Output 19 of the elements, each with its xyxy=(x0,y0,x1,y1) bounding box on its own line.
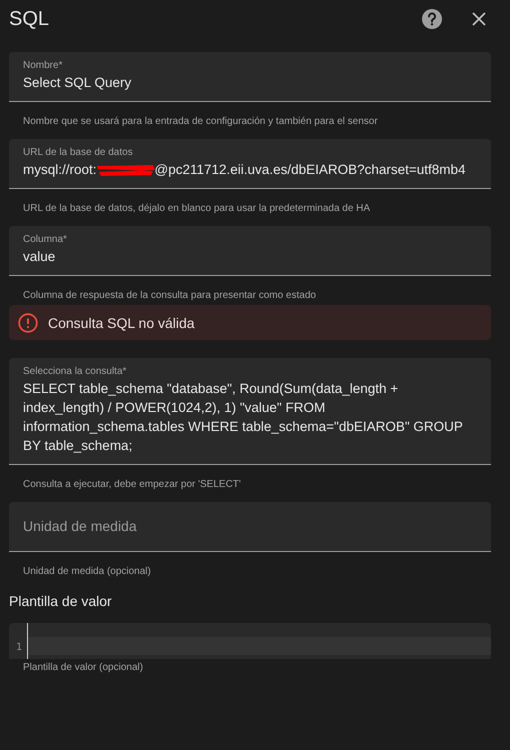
error-alert: Consulta SQL no válida xyxy=(9,305,491,340)
help-icon[interactable] xyxy=(422,9,442,29)
code-editor[interactable]: 1 xyxy=(9,623,491,659)
text-field[interactable]: Selecciona la consulta* SELECT table_schema "database", Round(Sum(data_length + index_length) / POWER(1024,2), 1) "value" FROM information_schema.tables WHERE table_schema="dbEIAROB" GROUP BY table_schema; xyxy=(9,358,491,465)
section-heading: Plantilla de valor xyxy=(9,593,113,609)
text-field[interactable]: Columna* value xyxy=(9,226,491,276)
text-field[interactable]: Unidad de medida xyxy=(9,502,491,552)
helper-text: Plantilla de valor (opcional) xyxy=(22,661,144,673)
helper-text: Unidad de medida (opcional) xyxy=(22,565,152,579)
helper-text: Consulta a ejecutar, debe empezar por 'SELECT' xyxy=(22,478,242,492)
helper-text: Columna de respuesta de la consulta para presentar como estado xyxy=(22,289,317,303)
dialog-title: SQL xyxy=(9,8,50,30)
helper-text: URL de la base de datos, déjalo en blanco para usar la predeterminada de HA xyxy=(22,202,372,216)
text-field[interactable]: URL de la base de datos mysql://root: @pc211712.eii.uva.es/dbEIAROB?charset=utf8mb4 xyxy=(9,139,491,189)
close-icon[interactable] xyxy=(472,12,486,26)
line-number: 1 xyxy=(16,642,23,653)
text-field[interactable]: Nombre* Select SQL Query xyxy=(9,52,491,102)
error-icon xyxy=(18,312,38,332)
helper-text: Nombre que se usará para la entrada de configuración y también para el sensor xyxy=(22,115,379,129)
